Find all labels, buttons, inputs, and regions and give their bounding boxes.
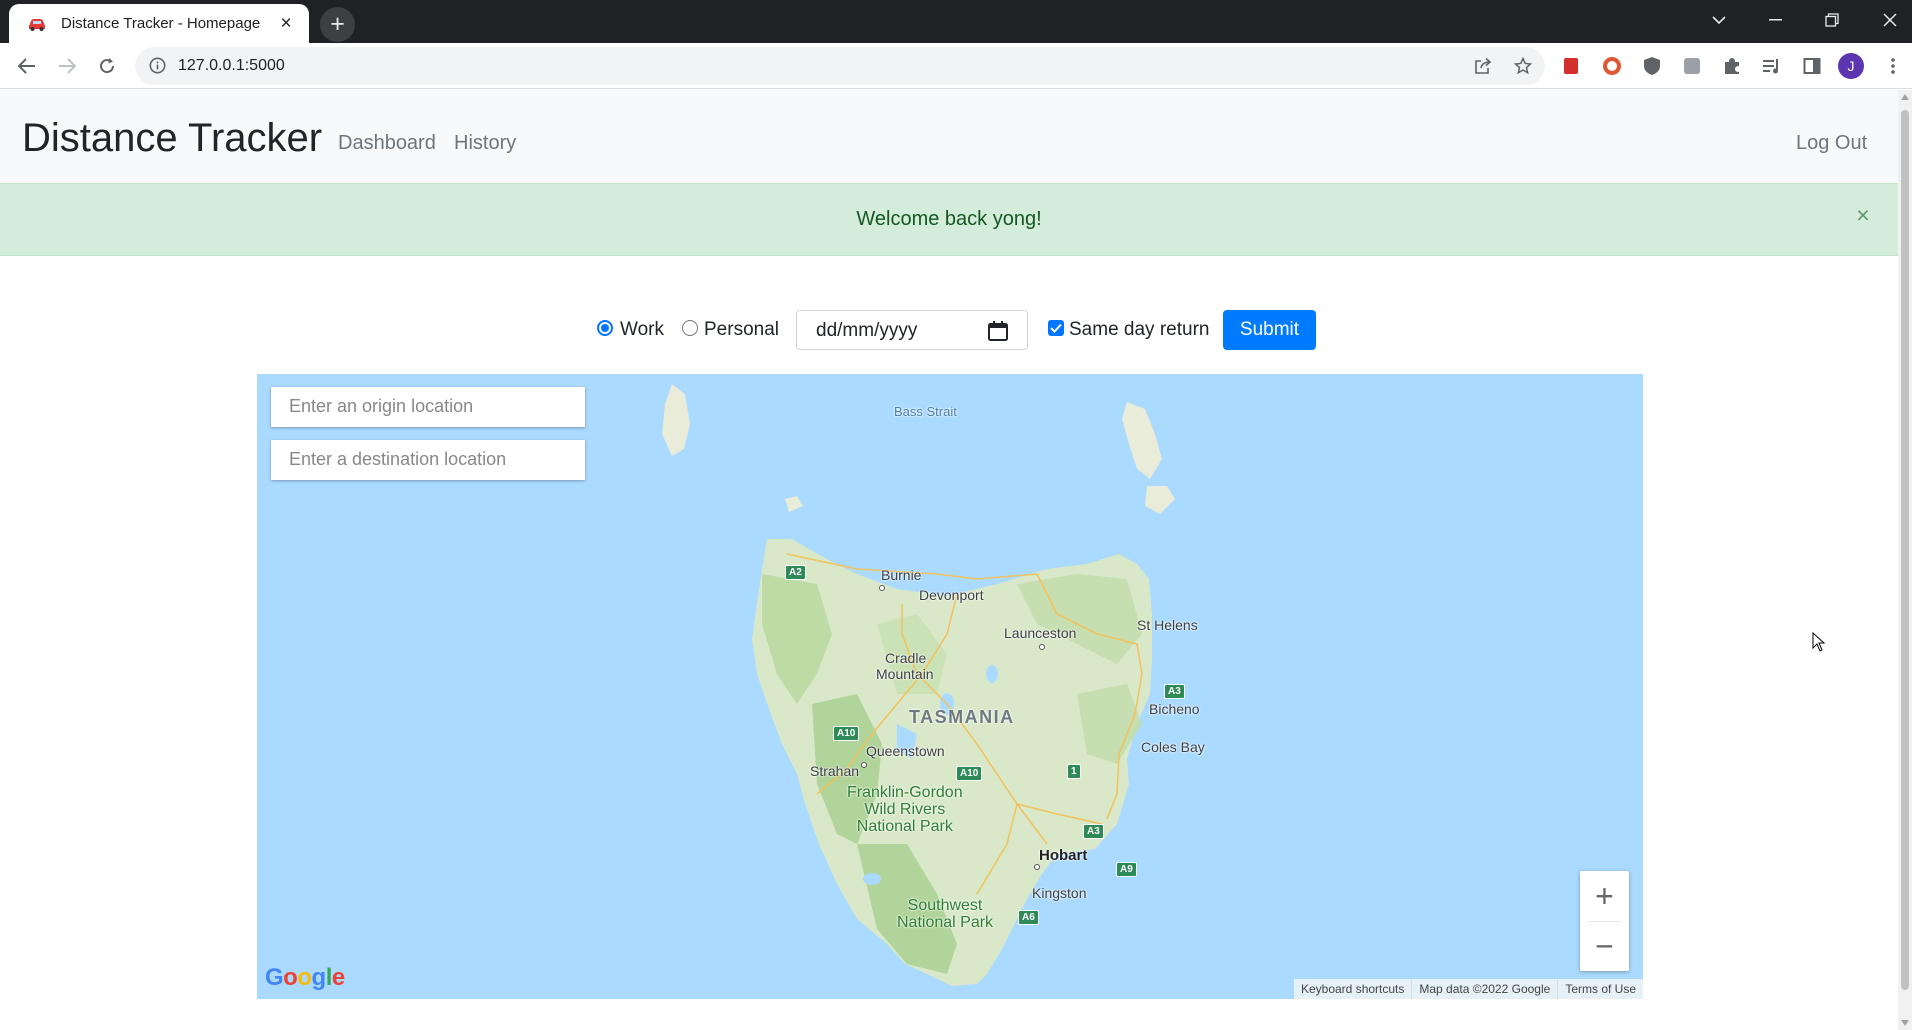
profile-avatar[interactable]: J <box>1838 53 1864 79</box>
submit-button[interactable]: Submit <box>1223 310 1316 350</box>
page-scrollbar[interactable] <box>1898 90 1912 1030</box>
restore-icon[interactable] <box>1810 0 1854 40</box>
map-label-coles-bay: Coles Bay <box>1141 739 1205 755</box>
date-placeholder: dd/mm/yyyy <box>816 320 918 341</box>
destination-input[interactable]: Enter a destination location <box>271 440 585 480</box>
same-day-return-label[interactable]: Same day return <box>1069 319 1209 341</box>
origin-input[interactable]: Enter an origin location <box>271 387 585 427</box>
bookmark-star-icon[interactable] <box>1511 55 1535 77</box>
tab-search-icon[interactable] <box>1697 0 1741 40</box>
park-line-2: Wild Rivers <box>864 801 946 818</box>
map-label-devonport: Devonport <box>919 587 984 603</box>
map-label-tasmania: TASMANIA <box>909 707 1015 727</box>
address-bar[interactable]: 127.0.0.1:5000 <box>135 47 1545 85</box>
same-day-return-checkbox[interactable] <box>1048 320 1064 336</box>
navbar: Distance Tracker Dashboard History Log O… <box>0 90 1898 183</box>
terms-of-use-link[interactable]: Terms of Use <box>1557 979 1643 999</box>
extension-duckduckgo-icon[interactable] <box>1599 53 1625 79</box>
checkmark-icon <box>1050 323 1062 333</box>
alert-close-icon[interactable]: × <box>1851 202 1875 228</box>
mouse-cursor-icon <box>1812 632 1826 652</box>
work-label[interactable]: Work <box>620 319 664 341</box>
map-label-st-helens: St Helens <box>1137 617 1198 633</box>
scroll-thumb[interactable] <box>1901 110 1909 990</box>
personal-label[interactable]: Personal <box>704 319 779 341</box>
map-label-hobart: Hobart <box>1039 847 1088 864</box>
welcome-alert: Welcome back yong! × <box>0 183 1898 256</box>
road-shield: A9 <box>1116 862 1137 877</box>
town-dot <box>1039 644 1045 650</box>
road-shield: A10 <box>833 726 860 741</box>
date-input[interactable]: dd/mm/yyyy <box>796 310 1028 350</box>
park-line-3: National Park <box>856 818 953 835</box>
park-line-1: Southwest <box>907 897 983 914</box>
browser-menu-icon[interactable] <box>1880 53 1906 79</box>
navbar-brand[interactable]: Distance Tracker <box>22 116 322 161</box>
map-label-burnie: Burnie <box>881 567 922 583</box>
page-viewport: Distance Tracker Dashboard History Log O… <box>0 90 1898 1030</box>
scroll-up-arrow-icon[interactable] <box>1901 94 1909 100</box>
trip-form: Work Personal dd/mm/yyyy Same day return… <box>0 310 1898 350</box>
google-logo[interactable]: Google <box>265 964 345 992</box>
calendar-icon[interactable] <box>987 320 1009 342</box>
media-control-icon[interactable] <box>1759 53 1785 79</box>
zoom-in-button[interactable]: + <box>1580 871 1629 921</box>
map-label-kingston: Kingston <box>1032 885 1087 901</box>
map-label-launceston: Launceston <box>1004 625 1077 641</box>
personal-radio[interactable] <box>682 320 698 336</box>
share-icon[interactable] <box>1471 55 1495 77</box>
map-label-bass-strait: Bass Strait <box>894 404 957 419</box>
browser-toolbar: 127.0.0.1:5000 J <box>0 43 1912 89</box>
park-line-2: National Park <box>897 914 994 931</box>
browser-tabstrip: Distance Tracker - Homepage × + <box>0 0 1912 43</box>
new-tab-button[interactable]: + <box>320 7 355 42</box>
map-label-southwest: Southwest National Park <box>897 897 993 931</box>
map-label-strahan: Strahan <box>810 763 860 779</box>
browser-tab[interactable]: Distance Tracker - Homepage × <box>9 4 309 43</box>
car-favicon-icon <box>29 18 45 31</box>
back-icon[interactable] <box>10 49 44 83</box>
town-dot <box>1034 864 1040 870</box>
map-label-mountain: Mountain <box>876 666 934 682</box>
road-shield: A6 <box>1018 910 1039 925</box>
close-window-icon[interactable] <box>1868 0 1912 40</box>
map-label-bicheno: Bicheno <box>1149 701 1200 717</box>
road-shield: A3 <box>1164 684 1185 699</box>
road-shield: A10 <box>956 766 983 781</box>
forward-icon[interactable] <box>50 49 84 83</box>
map-attribution: Keyboard shortcuts Map data ©2022 Google… <box>1293 979 1643 999</box>
extension-red-icon[interactable] <box>1558 53 1584 79</box>
map-zoom-control: + − <box>1580 871 1629 971</box>
map-data-text: Map data ©2022 Google <box>1411 979 1557 999</box>
road-shield: 1 <box>1067 764 1081 779</box>
alert-message: Welcome back yong! <box>856 208 1042 230</box>
nav-link-history[interactable]: History <box>454 132 516 155</box>
map-label-queenstown: Queenstown <box>866 743 945 759</box>
park-line-1: Franklin-Gordon <box>847 784 963 801</box>
profile-initial: J <box>1838 53 1864 79</box>
town-dot <box>861 762 867 768</box>
road-shield: A3 <box>1083 824 1104 839</box>
side-panel-icon[interactable] <box>1799 53 1825 79</box>
nav-link-logout[interactable]: Log Out <box>1796 132 1867 155</box>
scroll-down-arrow-icon[interactable] <box>1901 1020 1909 1026</box>
extension-grey-icon[interactable] <box>1679 53 1705 79</box>
map-label-cradle: Cradle <box>885 650 927 666</box>
road-shield: A2 <box>785 565 806 580</box>
site-info-icon[interactable] <box>149 57 166 74</box>
reload-icon[interactable] <box>90 49 124 83</box>
town-dot <box>879 585 885 591</box>
google-map[interactable]: Enter an origin location Enter a destina… <box>257 374 1643 999</box>
minimize-icon[interactable] <box>1753 0 1797 40</box>
extension-ublock-icon[interactable] <box>1639 53 1665 79</box>
tab-close-icon[interactable]: × <box>275 13 297 35</box>
url-text: 127.0.0.1:5000 <box>178 57 285 74</box>
map-label-franklin-gordon: Franklin-Gordon Wild Rivers National Par… <box>847 784 963 835</box>
work-radio[interactable] <box>597 320 613 336</box>
extensions-puzzle-icon[interactable] <box>1719 53 1745 79</box>
zoom-out-button[interactable]: − <box>1580 921 1629 971</box>
tab-title: Distance Tracker - Homepage <box>61 15 261 32</box>
keyboard-shortcuts-link[interactable]: Keyboard shortcuts <box>1294 979 1411 999</box>
nav-link-dashboard[interactable]: Dashboard <box>338 132 436 155</box>
